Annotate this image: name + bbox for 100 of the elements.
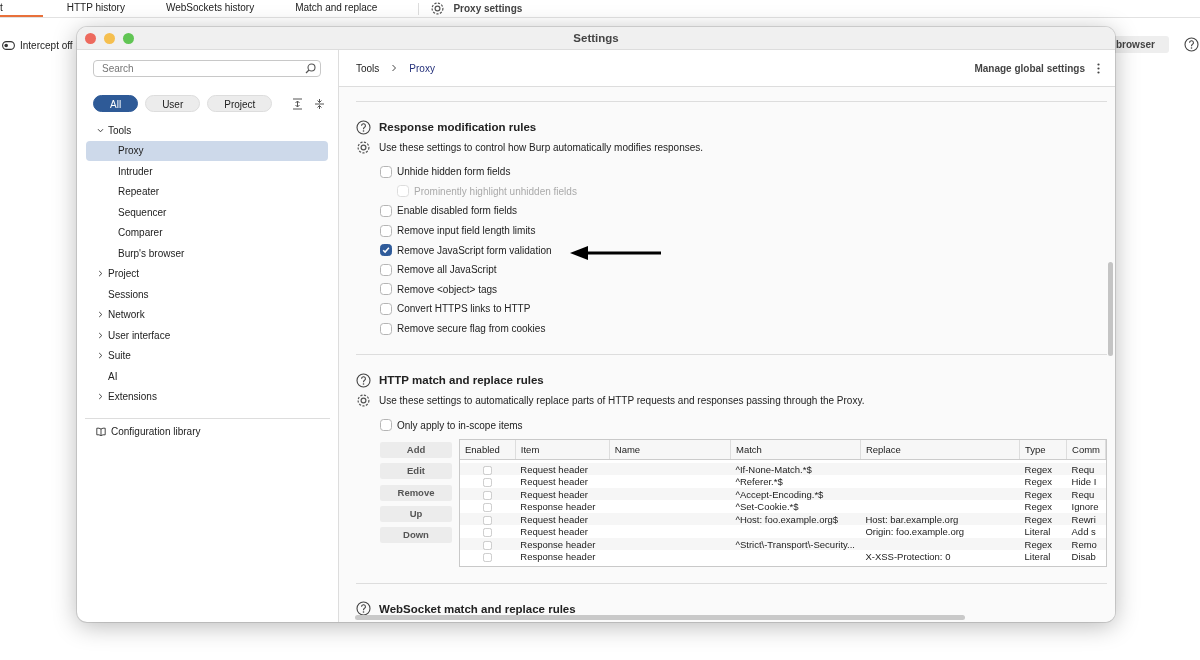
sidebar-item[interactable]: Tools <box>86 120 328 141</box>
column-header[interactable]: Type <box>1019 439 1067 460</box>
table-cell: Response header <box>520 551 596 563</box>
checkbox[interactable] <box>483 515 493 525</box>
search-field[interactable]: Search <box>93 60 321 77</box>
table-cell: Request header <box>520 526 588 538</box>
intercept-toggle[interactable]: Intercept off <box>20 39 73 51</box>
chevron-right-icon <box>97 352 104 360</box>
sidebar-item[interactable]: Suite <box>86 345 328 366</box>
column-header[interactable]: Name <box>609 439 731 460</box>
checkbox[interactable] <box>380 283 392 296</box>
manage-global-settings-button[interactable]: Manage global settings <box>974 62 1085 74</box>
breadcrumb-link[interactable]: Proxy <box>409 62 435 74</box>
sidebar-item[interactable]: User interface <box>86 325 328 346</box>
column-header[interactable]: Item <box>515 439 610 460</box>
option-label: Remove <object> tags <box>397 283 498 295</box>
checkbox[interactable] <box>380 322 392 335</box>
rule-button[interactable]: Up <box>380 505 452 522</box>
checkbox[interactable] <box>483 528 493 538</box>
checkbox[interactable] <box>380 302 392 315</box>
more-icon <box>1097 62 1100 74</box>
checkbox[interactable] <box>380 263 392 276</box>
column-header[interactable]: Enabled <box>460 439 516 460</box>
gear-icon <box>356 139 371 155</box>
sidebar-item[interactable]: Sessions <box>86 284 328 305</box>
browser-button[interactable]: browser <box>1115 36 1169 53</box>
sidebar-item[interactable]: Network <box>86 304 328 325</box>
checkbox[interactable] <box>483 478 493 488</box>
tab[interactable]: HTTP history <box>66 0 142 17</box>
window-title: Settings <box>573 32 619 44</box>
rule-button[interactable]: Add <box>380 441 452 458</box>
scrollbar[interactable] <box>355 615 965 620</box>
minimize-button[interactable] <box>104 32 115 44</box>
chevron-right-icon <box>97 331 104 339</box>
sidebar-item[interactable]: Project <box>86 263 328 284</box>
table-cell: ^Strict\-Transport\-Security... <box>735 538 855 550</box>
section-title: WebSocket match and replace rules <box>379 602 576 615</box>
book-icon <box>96 427 106 436</box>
help-icon <box>356 601 371 617</box>
filter-button[interactable]: All <box>93 95 139 112</box>
table-cell: Regex <box>1024 501 1053 513</box>
table-cell: Disab <box>1071 551 1096 563</box>
option-label: Remove all JavaScript <box>397 264 497 276</box>
tab[interactable]: Proxy settings <box>453 3 523 14</box>
table-cell: Request header <box>520 488 588 500</box>
section-description: Use these settings to control how Burp automatically modifies responses. <box>379 141 704 153</box>
column-header[interactable]: Match <box>730 439 861 460</box>
breadcrumb-link[interactable]: Tools <box>356 62 380 74</box>
option-label: Remove secure flag from cookies <box>397 323 546 335</box>
zoom-button[interactable] <box>123 32 134 44</box>
table-cell: Regex <box>1024 463 1053 475</box>
checkbox[interactable] <box>380 205 392 217</box>
close-button[interactable] <box>85 32 96 44</box>
chevron-right-icon <box>391 64 398 72</box>
checkbox[interactable] <box>483 490 493 500</box>
checkbox[interactable] <box>380 419 392 432</box>
column-header[interactable]: Comm <box>1066 439 1106 460</box>
table-cell: ^Accept-Encoding.*$ <box>735 488 824 500</box>
sidebar-item[interactable]: Intruder <box>86 161 328 182</box>
option-label: Unhide hidden form fields <box>397 166 511 178</box>
sidebar-item[interactable]: Burp's browser <box>86 243 328 264</box>
help-icon <box>356 372 371 388</box>
scrollbar[interactable] <box>1108 262 1113 356</box>
checkbox[interactable] <box>380 224 392 237</box>
table-cell: Ignore <box>1071 501 1099 513</box>
table-cell: Request header <box>520 513 588 525</box>
filter-button[interactable]: User <box>145 95 201 112</box>
tab[interactable]: WebSockets history <box>165 0 272 17</box>
table-cell: Regex <box>1024 476 1053 488</box>
checkbox[interactable] <box>483 503 493 513</box>
table-cell: Regex <box>1024 488 1053 500</box>
library-link[interactable]: Configuration library <box>111 426 201 437</box>
checkbox[interactable] <box>483 540 493 550</box>
sidebar-item[interactable]: Comparer <box>86 222 328 243</box>
table-cell: Regex <box>1024 513 1053 525</box>
sidebar-item[interactable]: AI <box>86 366 328 387</box>
sidebar-item[interactable]: Sequencer <box>86 202 328 223</box>
rule-button[interactable]: Remove <box>380 484 452 501</box>
rule-button[interactable]: Edit <box>380 463 452 480</box>
table-cell: Literal <box>1024 526 1051 538</box>
table-cell: Response header <box>520 538 596 550</box>
option-label: Only apply to in-scope items <box>397 419 523 431</box>
tab[interactable]: t <box>0 0 43 17</box>
tab[interactable]: Match and replace <box>295 0 395 17</box>
sidebar-item[interactable]: Proxy <box>86 140 328 161</box>
search-icon <box>305 63 316 74</box>
checkbox[interactable] <box>380 165 392 178</box>
table-cell: Literal <box>1024 551 1051 563</box>
collapse-all-icon <box>314 97 326 110</box>
toggle-icon <box>2 40 15 50</box>
checkbox[interactable] <box>483 553 493 563</box>
checkbox[interactable] <box>380 244 392 257</box>
sidebar-item[interactable]: Repeater <box>86 181 328 202</box>
sidebar-item[interactable]: Extensions <box>86 386 328 407</box>
column-header[interactable]: Replace <box>860 439 1020 460</box>
filter-button[interactable]: Project <box>207 95 273 112</box>
rule-button[interactable]: Down <box>380 527 452 544</box>
checkbox[interactable] <box>483 465 493 475</box>
table-cell: Requ <box>1071 463 1095 475</box>
chevron-down-icon <box>97 126 104 134</box>
